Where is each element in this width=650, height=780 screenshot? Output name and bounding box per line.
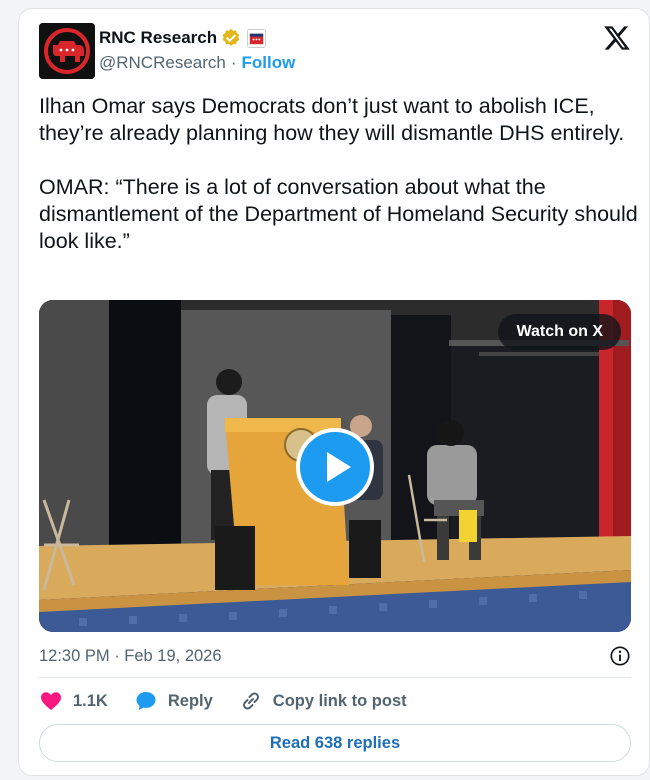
author-name[interactable]: RNC Research (99, 28, 217, 48)
heart-icon (41, 692, 61, 710)
copy-link-button[interactable]: Copy link to post (239, 689, 407, 713)
post-timestamp[interactable]: 12:30 PM · Feb 19, 2026 (39, 647, 222, 666)
x-logo-icon[interactable] (603, 25, 631, 51)
separator-dot: · (230, 53, 237, 72)
verified-badge-icon (222, 28, 240, 46)
author-handle[interactable]: @RNCResearch (99, 53, 226, 73)
author-avatar[interactable] (39, 23, 95, 79)
read-replies-button[interactable]: Read 638 replies (39, 724, 631, 762)
video-media[interactable]: Watch on X (39, 300, 631, 632)
info-icon[interactable] (609, 645, 631, 667)
copy-link-label: Copy link to post (272, 691, 407, 710)
like-count: 1.1K (73, 691, 108, 710)
divider (39, 677, 631, 678)
author-handle-row: @RNCResearch · Follow (99, 53, 295, 73)
follow-button[interactable]: Follow (242, 53, 296, 73)
post-actions: 1.1K Reply Copy link to post (39, 688, 433, 714)
link-icon (242, 692, 259, 710)
reply-bubble-icon (136, 692, 156, 710)
play-icon (327, 452, 351, 482)
post-meta-row: 12:30 PM · Feb 19, 2026 (39, 643, 631, 669)
play-button[interactable] (296, 428, 374, 506)
embedded-post-card: RNC Research @RNCResearch · Follow Ilhan… (18, 8, 650, 776)
like-button[interactable]: 1.1K (39, 689, 108, 713)
rnc-logo-icon (39, 23, 95, 79)
post-text: Ilhan Omar says Democrats don’t just wan… (39, 94, 638, 253)
author-name-row: RNC Research (99, 28, 267, 48)
watch-on-x-button[interactable]: Watch on X (498, 314, 621, 350)
reply-button[interactable]: Reply (134, 689, 213, 713)
affiliation-badge-icon[interactable] (247, 28, 267, 48)
reply-label: Reply (167, 691, 213, 710)
